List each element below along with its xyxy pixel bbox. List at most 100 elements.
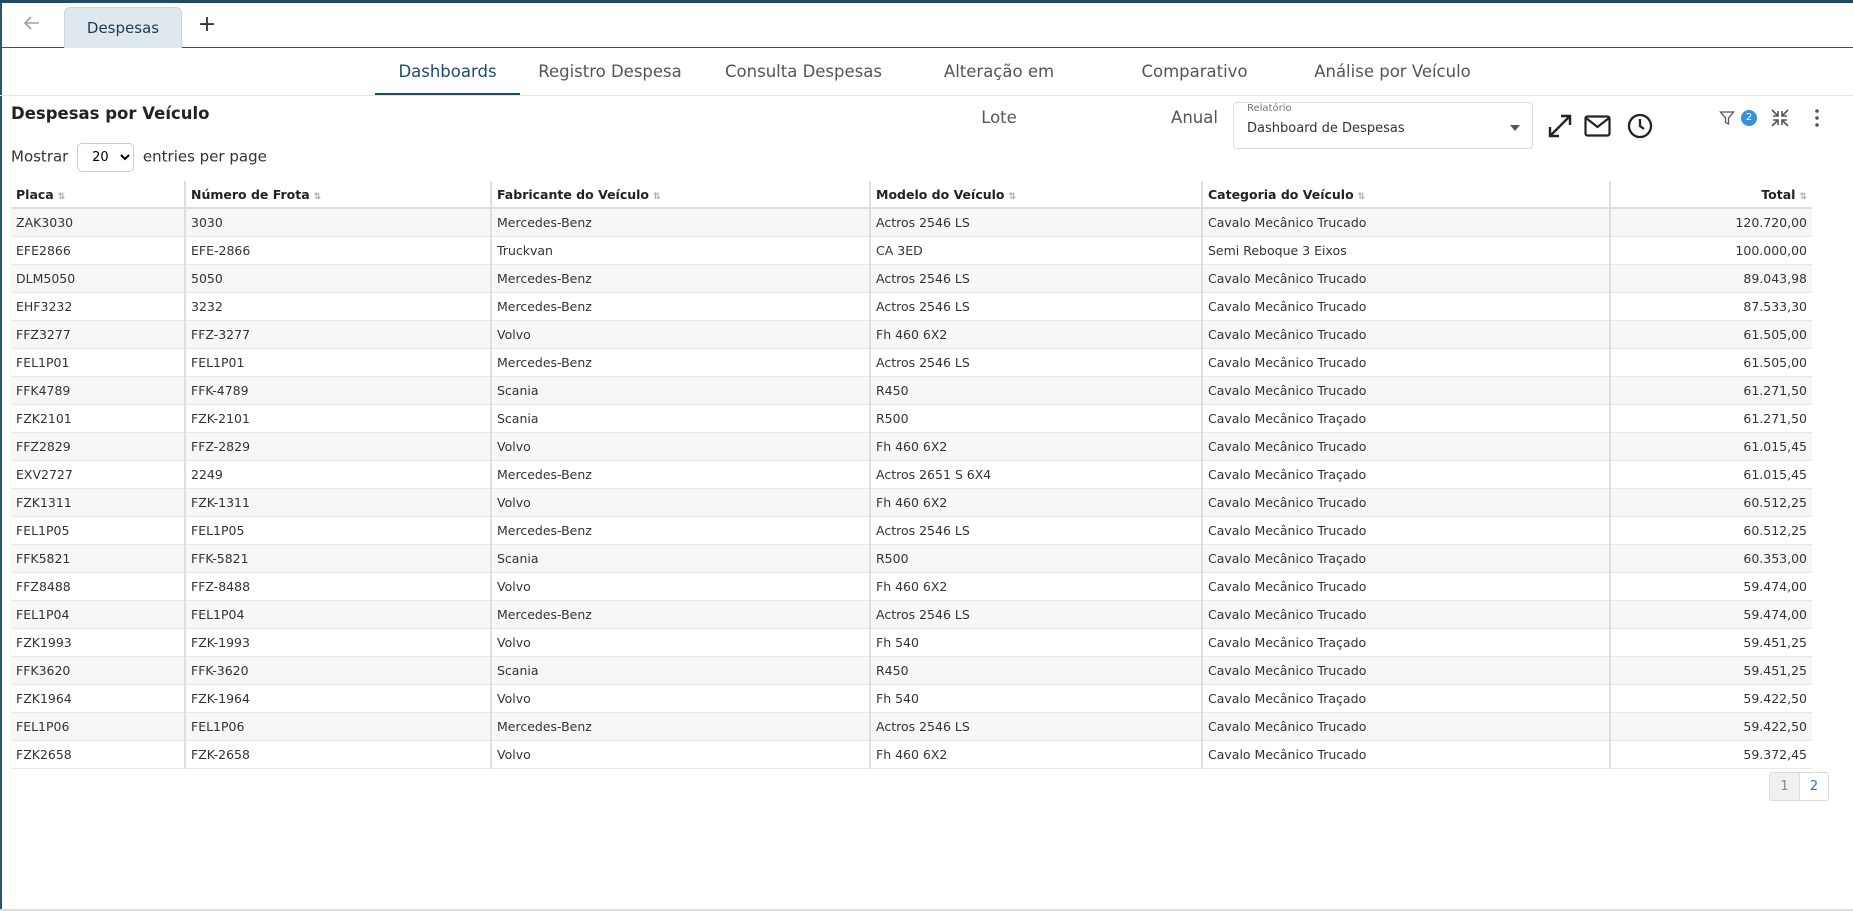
table-cell: 59.422,50: [1609, 684, 1812, 713]
table-body: ZAK3030 3030 Mercedes-Benz Actros 2546 LS Ca…: [11, 208, 1812, 769]
table-cell: EFE2866: [11, 236, 185, 265]
clock-icon[interactable]: [1627, 113, 1653, 139]
table-cell: Fh 540: [869, 628, 1202, 657]
table-row[interactable]: FFK4789 FFK-4789 Scania R450 Cavalo Mecânico…: [11, 376, 1812, 405]
table-cell: Scania: [490, 544, 870, 573]
column-header-total[interactable]: Total ⇅: [1609, 181, 1812, 209]
table-row[interactable]: FFZ2829 FFZ-2829 Volvo Fh 460 6X2 Cavalo Mec…: [11, 432, 1812, 461]
table-cell: FZK1993: [11, 628, 185, 657]
nav-registro-despesa[interactable]: Registro Despesa: [535, 49, 685, 95]
nav-dashboards[interactable]: Dashboards: [375, 49, 520, 95]
filter-icon[interactable]: [1719, 110, 1735, 126]
page-1-button[interactable]: 1: [1770, 773, 1799, 800]
column-header-placa[interactable]: Placa ⇅: [11, 181, 185, 209]
sort-icon: ⇅: [313, 191, 322, 202]
table-row[interactable]: FFK5821 FFK-5821 Scania R500 Cavalo Mecânico…: [11, 544, 1812, 573]
table-cell: 60.353,00: [1609, 544, 1812, 573]
nav-consulta-despesas[interactable]: Consulta Despesas: [722, 49, 885, 95]
table-row[interactable]: FFZ3277 FFZ-3277 Volvo Fh 460 6X2 Cavalo Mec…: [11, 320, 1812, 349]
table-row[interactable]: FFZ8488 FFZ-8488 Volvo Fh 460 6X2 Cavalo Mec…: [11, 572, 1812, 601]
sort-icon: ⇅: [1799, 191, 1807, 202]
expand-icon[interactable]: [1547, 113, 1573, 139]
table-row[interactable]: EXV2727 2249 Mercedes-Benz Actros 2651 S 6X…: [11, 460, 1812, 489]
tab-despesas[interactable]: Despesas: [64, 7, 182, 48]
table-cell: 61.015,45: [1609, 460, 1812, 489]
table-cell: Cavalo Mecânico Trucado: [1201, 320, 1610, 349]
table-cell: EXV2727: [11, 460, 185, 489]
table-cell: EFE-2866: [184, 236, 491, 265]
table-cell: Cavalo Mecânico Trucado: [1201, 432, 1610, 461]
table-cell: Actros 2546 LS: [869, 292, 1202, 321]
table-row[interactable]: FZK1964 FZK-1964 Volvo Fh 540 Cavalo Mecânic…: [11, 684, 1812, 713]
window-left-border: [0, 3, 2, 911]
table-cell: Cavalo Mecânico Trucado: [1201, 600, 1610, 629]
table-cell: FFZ-2829: [184, 432, 491, 461]
table-cell: Truckvan: [490, 236, 870, 265]
table-row[interactable]: FZK1311 FZK-1311 Volvo Fh 460 6X2 Cavalo Mec…: [11, 488, 1812, 517]
table-cell: FZK2101: [11, 404, 185, 433]
table-cell: Fh 460 6X2: [869, 488, 1202, 517]
mail-icon[interactable]: [1584, 115, 1611, 137]
table-cell: FFZ8488: [11, 572, 185, 601]
page-title: Despesas por Veículo: [11, 104, 210, 123]
table-row[interactable]: FEL1P04 FEL1P04 Mercedes-Benz Actros 2546 L…: [11, 600, 1812, 629]
add-tab-button[interactable]: +: [196, 14, 218, 37]
report-select-label: Relatório: [1247, 103, 1292, 114]
table-cell: FFK-4789: [184, 376, 491, 405]
table-cell: 59.451,25: [1609, 656, 1812, 685]
table-cell: Mercedes-Benz: [490, 460, 870, 489]
page-2-button[interactable]: 2: [1799, 773, 1828, 800]
sort-icon: ⇅: [1008, 191, 1017, 202]
back-button[interactable]: [20, 13, 44, 37]
table-cell: CA 3ED: [869, 236, 1202, 265]
table-cell: R450: [869, 376, 1202, 405]
column-header-modelo[interactable]: Modelo do Veículo ⇅: [869, 181, 1202, 209]
table-cell: 59.451,25: [1609, 628, 1812, 657]
report-select[interactable]: Relatório Dashboard de Despesas: [1233, 102, 1533, 149]
table-cell: Cavalo Mecânico Traçado: [1201, 404, 1610, 433]
table-cell: 89.043,98: [1609, 264, 1812, 293]
table-cell: FEL1P06: [11, 712, 185, 741]
column-header-numero-frota[interactable]: Número de Frota ⇅: [184, 181, 491, 209]
table-row[interactable]: DLM5050 5050 Mercedes-Benz Actros 2546 LS Ca…: [11, 264, 1812, 293]
table-row[interactable]: FEL1P05 FEL1P05 Mercedes-Benz Actros 2546 L…: [11, 516, 1812, 545]
table-cell: Fh 460 6X2: [869, 572, 1202, 601]
table-row[interactable]: EHF3232 3232 Mercedes-Benz Actros 2546 LS Ca…: [11, 292, 1812, 321]
table-cell: 61.271,50: [1609, 376, 1812, 405]
nav-analise-por-veiculo[interactable]: Análise por Veículo: [1314, 49, 1471, 95]
table-cell: Actros 2546 LS: [869, 712, 1202, 741]
table-row[interactable]: FZK1993 FZK-1993 Volvo Fh 540 Cavalo Mecânic…: [11, 628, 1812, 657]
table-cell: 59.474,00: [1609, 572, 1812, 601]
table-row[interactable]: FZK2101 FZK-2101 Scania R500 Cavalo Mecânico…: [11, 404, 1812, 433]
table-cell: Fh 460 6X2: [869, 432, 1202, 461]
table-cell: FFK3620: [11, 656, 185, 685]
table-row[interactable]: EFE2866 EFE-2866 Truckvan CA 3ED Semi Reboqu…: [11, 236, 1812, 265]
table-row[interactable]: FEL1P06 FEL1P06 Mercedes-Benz Actros 2546 L…: [11, 712, 1812, 741]
more-vertical-icon[interactable]: [1809, 108, 1825, 128]
entries-suffix: entries per page: [142, 147, 267, 166]
table-cell: 61.505,00: [1609, 348, 1812, 377]
table-cell: Cavalo Mecânico Trucado: [1201, 712, 1610, 741]
table-cell: Scania: [490, 376, 870, 405]
nav-comparativo-anual[interactable]: Comparativo Anual: [1117, 49, 1272, 127]
table-row[interactable]: FFK3620 FFK-3620 Scania R450 Cavalo Mecânico…: [11, 656, 1812, 685]
table-cell: Cavalo Mecânico Trucado: [1201, 292, 1610, 321]
table-cell: Scania: [490, 404, 870, 433]
table-cell: ZAK3030: [11, 208, 185, 237]
table-cell: Cavalo Mecânico Traçado: [1201, 544, 1610, 573]
column-header-categoria[interactable]: Categoria do Veículo ⇅: [1201, 181, 1610, 209]
column-header-fabricante[interactable]: Fabricante do Veículo ⇅: [490, 181, 870, 209]
table-row[interactable]: ZAK3030 3030 Mercedes-Benz Actros 2546 LS Ca…: [11, 208, 1812, 237]
entries-select[interactable]: 20: [77, 143, 135, 172]
table-row[interactable]: FZK2658 FZK-2658 Volvo Fh 460 6X2 Cavalo Mec…: [11, 740, 1812, 769]
table-cell: Mercedes-Benz: [490, 348, 870, 377]
table-cell: FZK-1311: [184, 488, 491, 517]
tab-bar: Despesas +: [2, 3, 1853, 48]
entries-per-page: Mostrar 20 entries per page: [11, 143, 267, 172]
nav-alteracao-em-lote[interactable]: Alteração em Lote: [924, 49, 1074, 127]
table-cell: 3232: [184, 292, 491, 321]
table-cell: 5050: [184, 264, 491, 293]
chevron-down-icon: [1510, 125, 1520, 131]
table-row[interactable]: FEL1P01 FEL1P01 Mercedes-Benz Actros 2546 L…: [11, 348, 1812, 377]
collapse-icon[interactable]: [1770, 108, 1790, 128]
